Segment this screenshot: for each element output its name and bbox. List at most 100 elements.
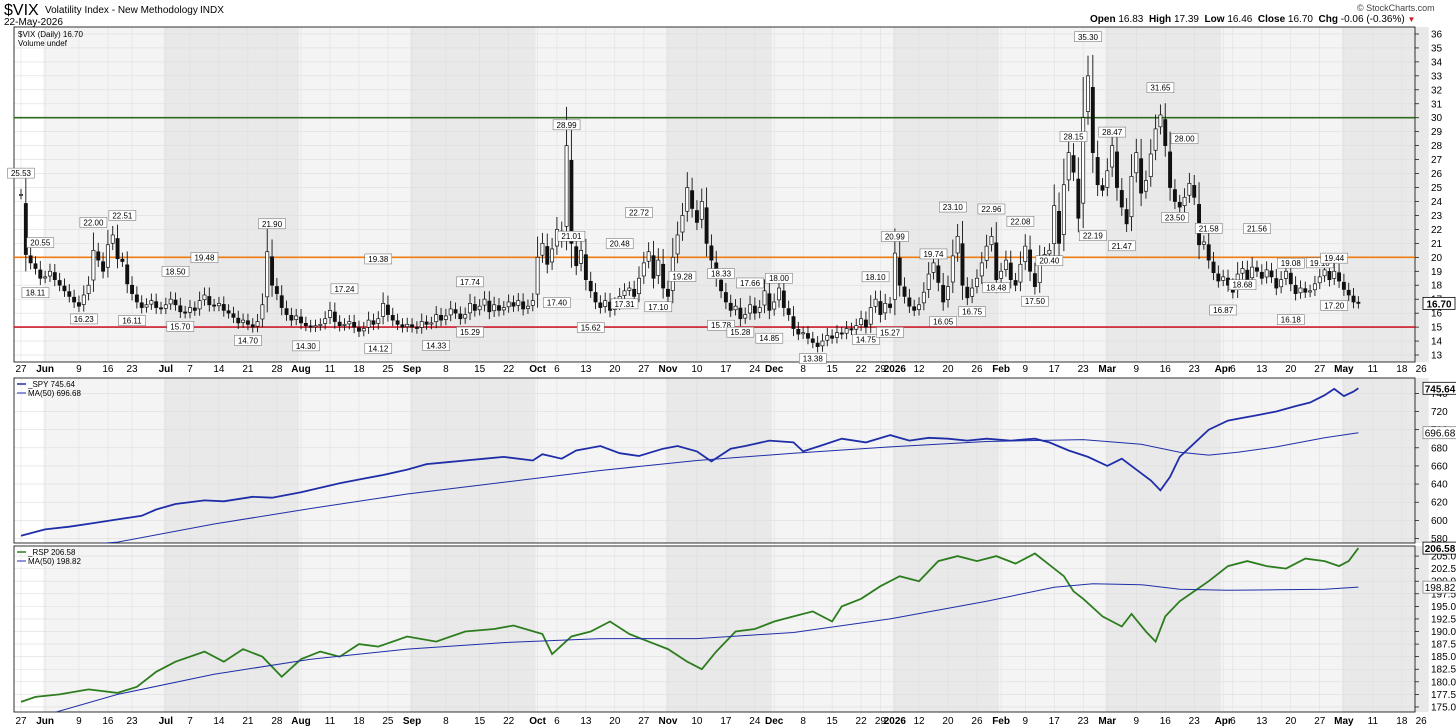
candle-body: [434, 314, 439, 323]
candle-body: [1047, 249, 1052, 255]
data-label: 17.20: [1324, 301, 1345, 310]
candle-body: [81, 294, 86, 305]
data-label: 15.70: [170, 322, 191, 331]
data-label: 17.50: [1025, 297, 1046, 306]
month-band-apr: [1221, 546, 1342, 712]
data-label: 14.12: [368, 344, 389, 353]
month-band-jun: [43, 378, 164, 543]
candle-body: [540, 243, 545, 256]
candle-body: [1148, 153, 1153, 177]
candle-body: [994, 242, 999, 280]
month-band-dec: [772, 546, 893, 712]
data-label: 19.28: [672, 272, 693, 281]
data-label: 20.48: [610, 240, 631, 249]
month-band-sep: [410, 27, 536, 362]
x-axis-label: 15: [474, 364, 486, 375]
y-tick-label: 660: [1431, 461, 1448, 472]
x-axis-label: 23: [126, 716, 138, 727]
data-label: 17.24: [334, 285, 355, 294]
candle-body: [221, 304, 226, 311]
candle-body: [328, 310, 332, 318]
candle-body: [1351, 295, 1356, 303]
candle-body: [250, 324, 255, 328]
data-label: 18.33: [711, 270, 732, 279]
candle-body: [308, 325, 313, 328]
candle-body: [796, 328, 801, 335]
month-band-jul: [163, 546, 300, 712]
candle-body: [1100, 185, 1105, 191]
candle-body: [685, 187, 690, 212]
candle-body: [521, 301, 526, 310]
candle-body: [245, 320, 250, 325]
x-axis-label: 17: [1049, 716, 1061, 727]
candle-body: [675, 234, 680, 255]
x-axis-label: 13: [580, 364, 592, 375]
x-axis-label: May: [1334, 364, 1354, 375]
data-label: 31.65: [1150, 84, 1171, 93]
candle-body: [33, 263, 38, 269]
x-axis-label: 11: [1368, 716, 1379, 727]
candle-body: [849, 328, 854, 331]
data-label: 18.50: [165, 267, 186, 276]
candle-body: [839, 332, 844, 335]
candle-body: [569, 159, 574, 244]
x-axis-label: 26: [1416, 716, 1428, 727]
data-label: 19.44: [1324, 254, 1345, 263]
candle-body: [791, 316, 796, 329]
candle-body: [154, 301, 159, 308]
candle-body: [1115, 151, 1119, 188]
x-axis-label: 23: [1078, 716, 1090, 727]
x-axis-label: Sep: [403, 364, 421, 375]
candle-body: [1066, 152, 1071, 181]
candle-body: [888, 303, 893, 308]
candle-body: [1327, 270, 1332, 280]
candle-body: [463, 314, 468, 319]
x-axis-label: 25: [382, 364, 394, 375]
data-label: 28.00: [1175, 135, 1196, 144]
candle-body: [414, 326, 419, 329]
candle-body: [516, 300, 521, 306]
x-axis-label: 18: [353, 364, 365, 375]
legend-price: _RSP 206.58: [27, 548, 76, 557]
x-axis-label: 9: [1134, 716, 1140, 727]
x-axis-label: 13: [1256, 716, 1268, 727]
candle-body: [525, 305, 530, 309]
candle-body: [173, 299, 178, 306]
candle-body: [989, 236, 994, 246]
x-axis-label: 21: [242, 364, 254, 375]
candle-body: [1134, 152, 1139, 174]
candle-body: [91, 249, 96, 281]
candle-body: [762, 290, 767, 306]
month-band-aug: [299, 546, 411, 712]
data-label: 19.38: [368, 255, 389, 264]
y-tick-label: 20: [1431, 253, 1443, 264]
x-axis-label: 10: [691, 364, 703, 375]
x-axis-label: 27: [1314, 716, 1326, 727]
data-label: 15.28: [730, 328, 751, 337]
candle-body: [960, 243, 965, 286]
candle-body: [719, 279, 724, 292]
candle-body: [120, 258, 125, 262]
candle-body: [284, 308, 289, 315]
candle-body: [892, 252, 897, 300]
candle-body: [781, 290, 786, 308]
candle-body: [878, 301, 883, 315]
candle-body: [1032, 273, 1037, 287]
candle-body: [159, 307, 163, 310]
y-tick-label: 620: [1431, 498, 1448, 509]
candle-body: [1061, 184, 1066, 235]
data-label: 17.31: [614, 300, 635, 309]
candle-body: [1206, 244, 1211, 261]
month-band-jul: [163, 378, 300, 543]
month-band-nov: [665, 378, 773, 543]
data-label: 17.66: [740, 279, 761, 288]
x-axis-label: 23: [1189, 716, 1201, 727]
x-axis-label: 8: [443, 716, 449, 727]
candle-body: [1337, 272, 1342, 282]
x-axis-label: 6: [554, 364, 560, 375]
candle-body: [757, 307, 762, 313]
month-band-jun: [43, 27, 164, 362]
x-axis-label: 28: [271, 716, 283, 727]
candle-body: [704, 207, 709, 244]
data-label: 15.62: [581, 323, 602, 332]
